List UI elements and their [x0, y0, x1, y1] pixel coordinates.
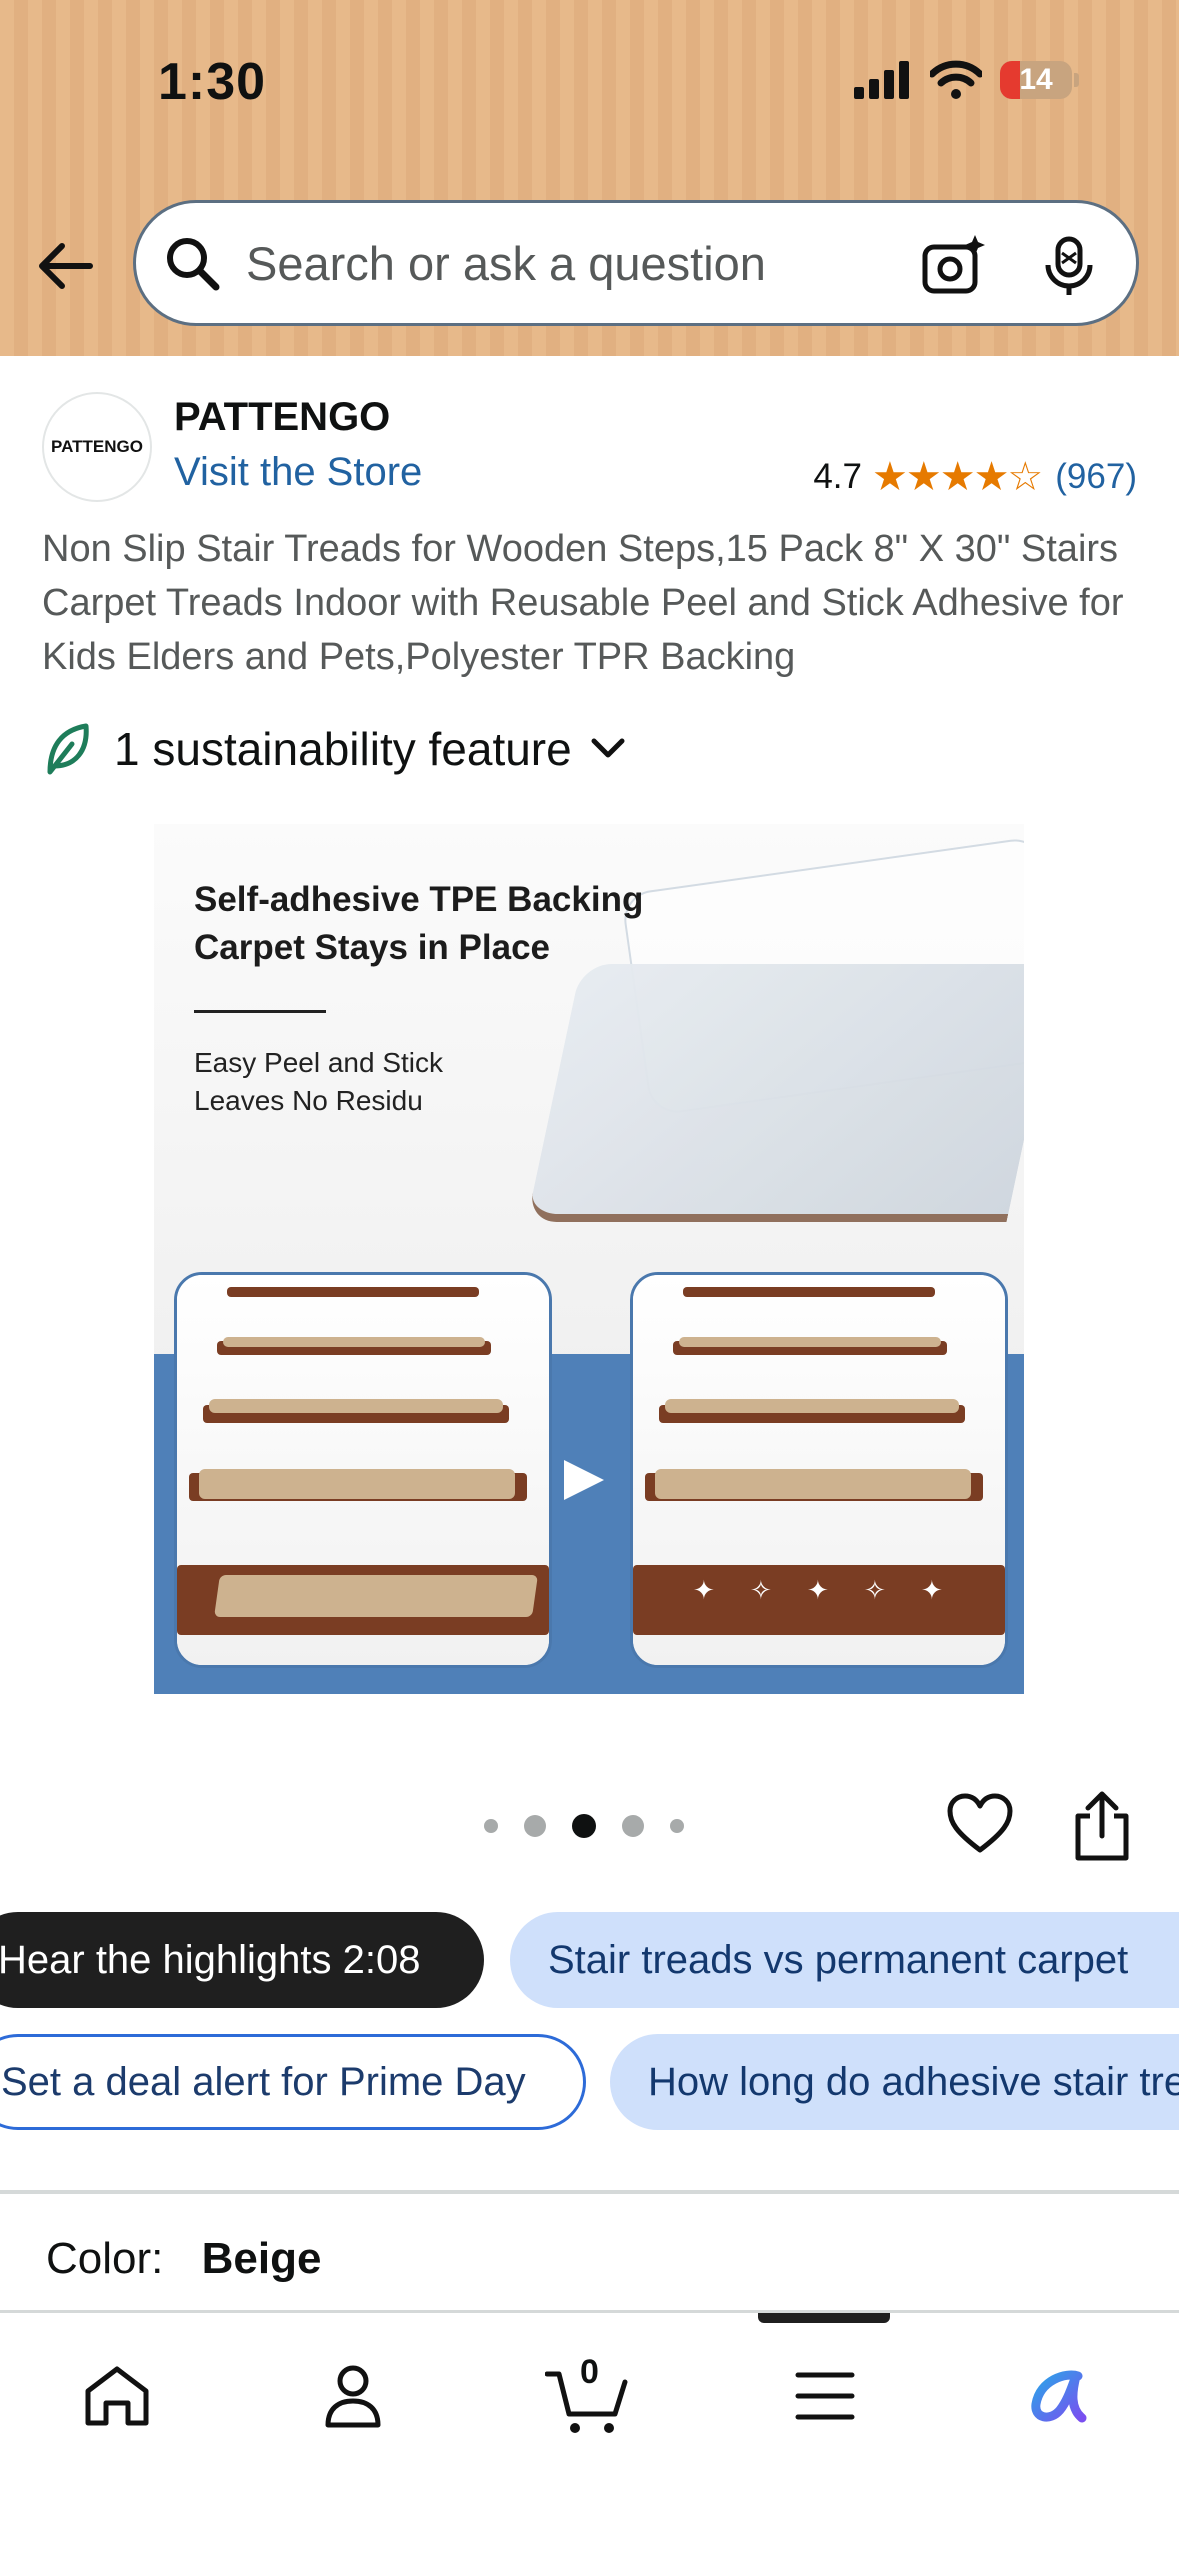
stairs-after-panel: ✦ ✧ ✦ ✧ ✦ — [630, 1272, 1008, 1668]
carousel-dot-active[interactable] — [572, 1814, 596, 1838]
person-icon — [325, 2365, 381, 2428]
status-icons: 14 — [854, 60, 1079, 100]
header: 1:30 14 — [0, 0, 1179, 356]
color-variation: Color: Beige — [46, 2234, 321, 2284]
share-icon[interactable] — [1068, 1790, 1136, 1862]
compare-question-chip[interactable]: Stair treads vs permanent carpet — [510, 1912, 1179, 2008]
rating-value: 4.7 — [813, 457, 862, 496]
color-label: Color: — [46, 2234, 164, 2283]
rufus-ai-icon — [1031, 2370, 1087, 2423]
nav-rufus[interactable] — [1016, 2351, 1106, 2441]
brand-logo[interactable]: PATTENGO — [42, 392, 152, 502]
product-title: Non Slip Stair Treads for Wooden Steps,1… — [42, 528, 1124, 678]
image-heading-line1: Self-adhesive TPE Backing — [194, 880, 644, 919]
signal-icon — [854, 61, 909, 99]
nav-account[interactable] — [308, 2351, 398, 2441]
cart-count: 0 — [580, 2353, 599, 2391]
heart-icon[interactable] — [946, 1792, 1014, 1856]
star-rating-icon: ★★★★☆ — [871, 455, 1043, 499]
status-time: 1:30 — [158, 53, 267, 111]
image-heading-line2: Carpet Stays in Place — [194, 928, 550, 967]
carousel-dot[interactable] — [524, 1815, 546, 1837]
stairs-before-panel — [174, 1272, 552, 1668]
sustainability-label: 1 sustainability feature — [114, 723, 572, 775]
search-bar[interactable] — [133, 200, 1139, 326]
home-icon — [85, 2366, 149, 2426]
nav-home[interactable] — [72, 2351, 162, 2441]
product-image[interactable]: Self-adhesive TPE Backing Carpet Stays i… — [154, 824, 1024, 1694]
nav-menu[interactable] — [780, 2351, 870, 2441]
deal-alert-chip[interactable]: Set a deal alert for Prime Day — [0, 2034, 586, 2130]
camera-search-icon[interactable] — [920, 233, 986, 299]
image-sub-line2: Leaves No Residu — [194, 1085, 423, 1116]
brand-name: PATTENGO — [174, 395, 391, 439]
search-input[interactable] — [244, 234, 868, 292]
visit-store-link[interactable]: Visit the Store — [174, 450, 422, 495]
microphone-icon[interactable] — [1036, 233, 1102, 299]
carousel-dot[interactable] — [622, 1815, 644, 1837]
menu-icon — [795, 2372, 855, 2420]
color-value: Beige — [201, 2234, 322, 2283]
bottom-nav: 0 — [0, 2310, 1179, 2559]
hear-highlights-chip[interactable]: Hear the highlights 2:08 — [0, 1912, 484, 2008]
review-count-link[interactable]: (967) — [1055, 457, 1137, 497]
sustainability-toggle[interactable]: 1 sustainability feature — [42, 722, 630, 776]
battery-icon: 14 — [1000, 61, 1072, 99]
active-tab-indicator — [758, 2313, 890, 2323]
battery-level: 14 — [1019, 63, 1053, 96]
back-arrow-icon[interactable] — [32, 232, 100, 300]
adhesive-sheet-graphic — [526, 964, 1024, 1222]
carousel-dot[interactable] — [484, 1819, 498, 1833]
rating-summary[interactable]: 4.7 ★★★★☆ (967) — [813, 454, 1137, 500]
image-heading: Self-adhesive TPE Backing Carpet Stays i… — [194, 876, 643, 972]
nav-cart[interactable]: 0 — [542, 2351, 632, 2441]
image-subheading: Easy Peel and Stick Leaves No Residu — [194, 1044, 443, 1120]
wifi-icon — [930, 60, 982, 99]
search-icon — [167, 238, 220, 291]
chevron-down-icon — [591, 738, 625, 758]
brand-logo-text: PATTENGO — [51, 437, 143, 456]
image-divider — [194, 1010, 326, 1013]
section-divider — [0, 2190, 1179, 2194]
image-carousel-dots[interactable] — [484, 1814, 684, 1838]
adhesive-question-chip[interactable]: How long do adhesive stair treads last? — [610, 2034, 1179, 2130]
leaf-icon — [47, 723, 89, 775]
image-sub-line1: Easy Peel and Stick — [194, 1047, 444, 1078]
arrow-icon — [564, 1460, 604, 1500]
carousel-dot[interactable] — [670, 1819, 684, 1833]
